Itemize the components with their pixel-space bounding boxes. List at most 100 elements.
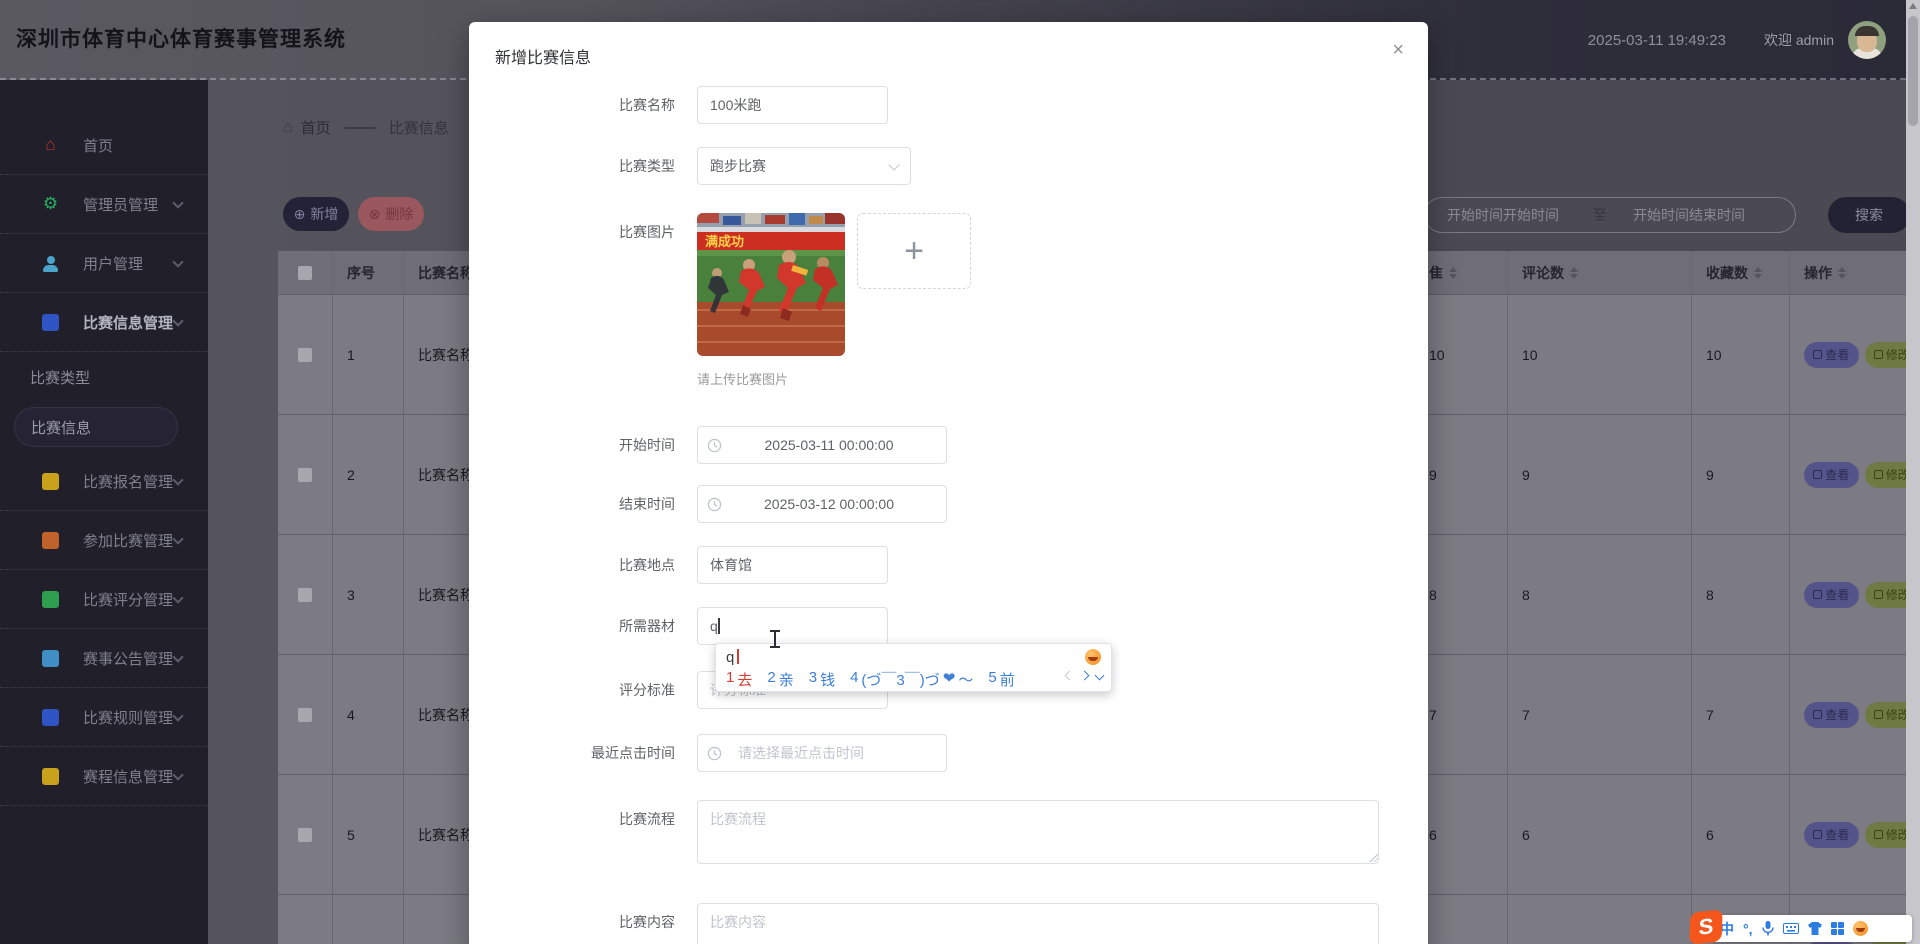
sort-icon[interactable] (1570, 266, 1578, 279)
col-ops[interactable]: 操作 (1790, 251, 1920, 294)
view-button[interactable]: 查看 (1804, 341, 1859, 368)
avatar[interactable] (1848, 21, 1886, 59)
match-name-input[interactable] (697, 86, 888, 124)
sort-icon[interactable] (1838, 266, 1846, 279)
date-range-input[interactable]: 开始时间开始时间 至 开始时间结束时间 (1424, 197, 1796, 233)
prev-page-icon[interactable] (1064, 670, 1075, 681)
view-button[interactable]: 查看 (1804, 581, 1859, 608)
upload-add-button[interactable]: + (857, 213, 971, 289)
sidebar-subitem-match-type[interactable]: 比赛类型 (0, 352, 208, 402)
view-button[interactable]: 查看 (1804, 701, 1859, 728)
skin-icon[interactable] (1807, 922, 1822, 935)
cell-c1: 10 (1415, 295, 1508, 414)
content-textarea[interactable] (697, 903, 1379, 944)
signup-icon (42, 472, 59, 490)
flow-textarea[interactable] (697, 800, 1379, 864)
search-button[interactable]: 搜索 (1828, 197, 1910, 233)
cell-ops: 查看 修改 (1790, 655, 1920, 774)
ime-candidate[interactable]: 5前 (988, 669, 1014, 690)
uploaded-match-photo[interactable]: 满成功 (697, 213, 845, 356)
next-page-icon[interactable] (1079, 670, 1090, 681)
start-time-input[interactable]: 2025-03-11 00:00:00 (697, 426, 947, 464)
sogou-logo[interactable]: S (1689, 909, 1723, 944)
row-checkbox[interactable] (298, 347, 312, 362)
rules-icon (42, 708, 59, 726)
row-checkbox[interactable] (298, 467, 312, 482)
scrollbar[interactable] (1906, 0, 1920, 944)
sidebar-item-join-mgmt[interactable]: 参加比赛管理 (0, 511, 208, 570)
emoji-icon[interactable] (1853, 921, 1868, 936)
match-place-input[interactable] (697, 546, 888, 584)
last-click-placeholder: 请选择最近点击时间 (738, 745, 864, 761)
breadcrumb-current: 比赛信息 (388, 120, 449, 137)
header-right: 2025-03-11 19:49:23 欢迎 admin (1588, 0, 1886, 80)
sidebar-item-schedule-mgmt[interactable]: 赛程信息管理 (0, 747, 208, 806)
cell-comments: 7 (1508, 655, 1692, 774)
ime-composition: q (726, 649, 735, 666)
end-time-input[interactable]: 2025-03-12 00:00:00 (697, 485, 947, 523)
view-icon (1813, 590, 1823, 599)
punctuation-toggle[interactable]: °, (1743, 921, 1753, 937)
ime-emoji-icon[interactable] (1085, 649, 1101, 665)
app-window: 深圳市体育中心体育赛事管理系统 2025-03-11 19:49:23 欢迎 a… (0, 0, 1920, 944)
cell-seq: 3 (333, 535, 404, 654)
sidebar-item-admin-mgmt[interactable]: ⚙ 管理员管理 (0, 175, 208, 234)
row-checkbox[interactable] (298, 707, 312, 722)
sidebar-subitem-match-info[interactable]: 比赛信息 (0, 402, 208, 452)
ime-candidate[interactable]: 1去 (726, 669, 752, 690)
last-click-time-input[interactable]: 请选择最近点击时间 (697, 734, 947, 772)
field-label: 开始时间 (619, 437, 675, 453)
ime-candidate[interactable]: 2亲 (767, 669, 793, 690)
sort-icon[interactable] (1754, 266, 1762, 279)
equipment-input[interactable] (697, 607, 888, 645)
scrollbar-thumb[interactable] (1908, 16, 1918, 126)
chevron-down-icon (888, 159, 900, 171)
col-favorites[interactable]: 收藏数 (1692, 251, 1790, 294)
sidebar-item-notice-mgmt[interactable]: 赛事公告管理 (0, 629, 208, 688)
sidebar-item-score-mgmt[interactable]: 比赛评分管理 (0, 570, 208, 629)
view-icon (1813, 350, 1823, 359)
col-seq[interactable]: 序号 (333, 251, 404, 294)
scroll-up-arrow[interactable] (1909, 3, 1917, 9)
sidebar-subitem-label: 比赛信息 (31, 419, 92, 437)
select-all-checkbox[interactable] (298, 265, 312, 280)
sidebar-item-match-info-mgmt[interactable]: 比赛信息管理 (0, 293, 208, 352)
col-comments[interactable]: 评论数 (1508, 251, 1692, 294)
clock-icon (707, 438, 722, 452)
plus-circle-icon: ⊕ (293, 205, 306, 222)
sidebar-item-signup-mgmt[interactable]: 比赛报名管理 (0, 452, 208, 511)
sidebar-item-user-mgmt[interactable]: 用户管理 (0, 234, 208, 293)
col-partial[interactable]: 隹 (1415, 251, 1508, 294)
keyboard-icon[interactable] (1782, 923, 1799, 934)
ime-caret (737, 649, 739, 664)
upload-hint: 请上传比赛图片 (697, 372, 789, 387)
row-checkbox[interactable] (298, 827, 312, 842)
sidebar-item-label: 比赛信息管理 (83, 314, 174, 332)
add-button[interactable]: ⊕ 新增 (283, 197, 349, 231)
delete-button[interactable]: ⊗ 删除 (358, 197, 424, 231)
cell-comments: 10 (1508, 295, 1692, 414)
chevron-down-icon (172, 592, 184, 604)
ime-candidate[interactable]: 4 (づ￣3￣)づ ❤ ～ (850, 669, 973, 690)
edit-icon (1873, 830, 1883, 839)
expand-icon[interactable] (1094, 670, 1105, 681)
view-button[interactable]: 查看 (1804, 821, 1859, 848)
microphone-icon[interactable] (1761, 921, 1774, 936)
welcome-text: 欢迎 admin (1763, 32, 1834, 48)
ime-candidate[interactable]: 3钱 (809, 669, 835, 690)
field-label: 比赛地点 (619, 557, 675, 573)
match-type-select[interactable]: 跑步比赛 (697, 147, 911, 185)
close-icon[interactable]: × (1392, 40, 1404, 60)
cell-comments: 8 (1508, 535, 1692, 654)
sidebar-item-home[interactable]: ⌂ 首页 (0, 116, 208, 175)
toolbox-icon[interactable] (1830, 921, 1844, 936)
breadcrumb-home[interactable]: 首页 (301, 117, 331, 138)
sidebar-item-rules-mgmt[interactable]: 比赛规则管理 (0, 688, 208, 747)
cell-ops: 查看 修改 (1790, 415, 1920, 534)
chevron-down-icon (172, 533, 184, 545)
row-checkbox[interactable] (298, 587, 312, 602)
view-button[interactable]: 查看 (1804, 461, 1859, 488)
view-icon (1813, 470, 1823, 479)
sort-icon[interactable] (1449, 266, 1457, 279)
gear-icon: ⚙ (42, 194, 59, 213)
